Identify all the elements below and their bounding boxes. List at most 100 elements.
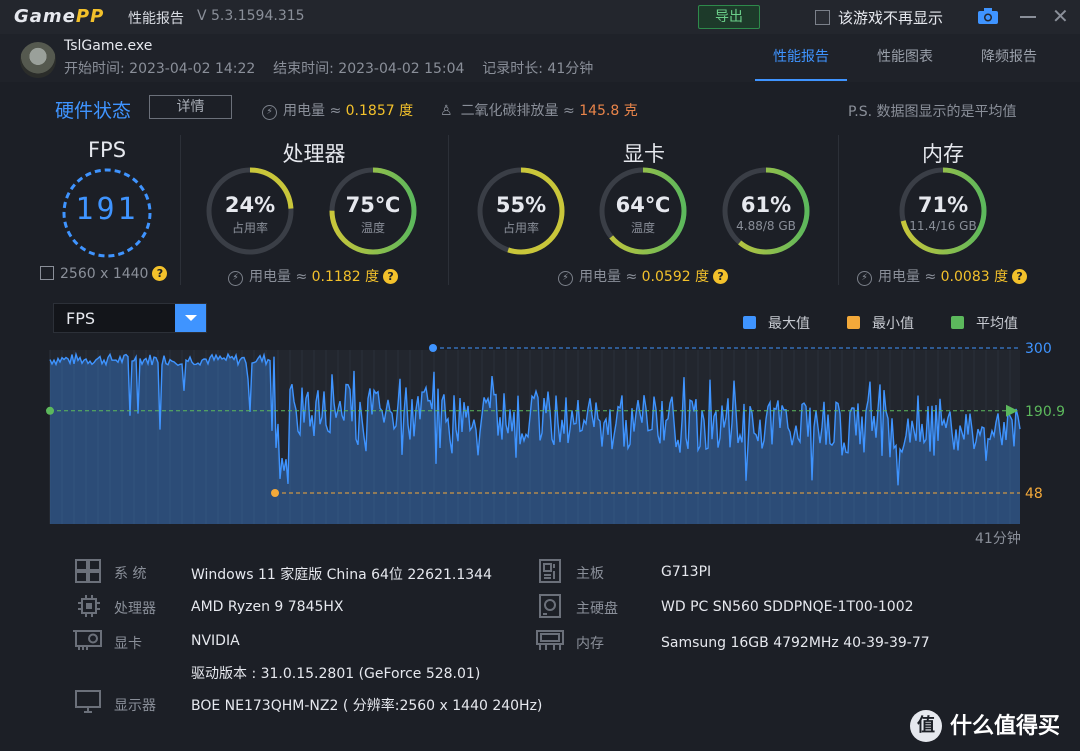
display-value: BOE NE173QHM-NZ2 ( 分辨率:2560 x 1440 240Hz… — [191, 698, 543, 714]
gpu-temp-value: 64℃ — [615, 193, 671, 217]
legend-min: 最小值 — [847, 313, 914, 333]
energy-icon: ⚡ — [262, 105, 277, 120]
gpu-title: 显卡 — [623, 142, 665, 166]
gpu-icon — [73, 630, 102, 650]
avg-value-label: 190.9 — [1025, 404, 1065, 420]
app-logo: GamePP — [14, 6, 105, 27]
max-value-label: 300 — [1025, 341, 1052, 357]
fps-chart: 300 190.9 48 — [46, 341, 1065, 524]
monitor-icon — [75, 690, 101, 713]
memory-usage-value: 71% — [917, 193, 969, 217]
disk-label: 主硬盘 — [576, 601, 618, 617]
chevron-down-icon[interactable] — [175, 304, 206, 332]
memory-usage-gauge: 71% 11.4/16 GB — [897, 165, 989, 257]
motherboard-icon — [539, 559, 561, 583]
help-icon[interactable]: ? — [383, 269, 399, 284]
close-icon[interactable]: ✕ — [1052, 6, 1072, 26]
gpu-vram-sub: 4.88/8 GB — [736, 219, 796, 233]
driver-version: 驱动版本 : 31.0.15.2801 (GeForce 528.01) — [191, 666, 481, 682]
divider — [180, 135, 181, 285]
watermark-logo: 值 — [910, 710, 942, 742]
cpu-power: ⚡ 用电量 ≈ 0.1182 度? — [228, 266, 399, 286]
cpu-icon — [78, 595, 100, 617]
help-icon[interactable]: ? — [1012, 269, 1028, 284]
min-marker — [271, 489, 279, 497]
windows-icon — [75, 559, 101, 583]
avg-marker — [46, 406, 54, 415]
watermark: 值什么值得买 — [910, 708, 1060, 742]
fps-resolution: 2560 x 1440? — [40, 266, 168, 282]
gpu-usage-value: 55% — [495, 193, 547, 217]
active-tab-indicator — [755, 79, 847, 81]
energy-icon: ⚡ — [857, 271, 872, 286]
checkbox-box[interactable] — [815, 10, 830, 25]
fps-value: 191 — [75, 192, 139, 227]
gpu-vram-gauge: 61% 4.88/8 GB — [720, 165, 812, 257]
memory-icon — [536, 630, 564, 650]
gpu-vram-value: 61% — [740, 193, 792, 217]
energy-icon: ⚡ — [558, 271, 573, 286]
cpu-title: 处理器 — [282, 142, 346, 166]
details-button[interactable]: 详情 — [149, 95, 232, 119]
cpu-value: AMD Ryzen 9 7845HX — [191, 599, 344, 615]
cpu-usage-value: 24% — [224, 193, 276, 217]
cpu-usage-label: 占用率 — [231, 221, 268, 235]
memory-title: 内存 — [922, 142, 964, 166]
gpu-value: NVIDIA — [191, 633, 240, 649]
display-label: 显示器 — [114, 698, 156, 714]
no-display-label: 该游戏不再显示 — [838, 9, 944, 27]
minimize-icon[interactable] — [1020, 16, 1036, 18]
export-button[interactable]: 导出 — [698, 5, 760, 29]
memory-value: Samsung 16GB 4792MHz 40-39-39-77 — [661, 635, 930, 651]
gpu-power: ⚡ 用电量 ≈ 0.0592 度? — [558, 266, 729, 286]
camera-icon[interactable] — [977, 7, 999, 25]
legend-avg: 平均值 — [951, 313, 1018, 333]
total-energy: ⚡ 用电量 ≈ 0.1857 度 — [262, 100, 413, 120]
memory-usage-sub: 11.4/16 GB — [909, 219, 977, 233]
session-times: 开始时间: 2023-04-02 14:22 结束时间: 2023-04-02 … — [64, 61, 594, 77]
app-title: 性能报告 — [128, 11, 184, 27]
legend-swatch-avg — [951, 316, 964, 329]
tab-throttle-report[interactable]: 降频报告 — [981, 46, 1037, 66]
chart-metric-select[interactable]: FPS — [53, 303, 207, 333]
chart-metric-value: FPS — [66, 309, 96, 328]
cpu-temp-gauge: 75℃ 温度 — [327, 165, 419, 257]
resolution-icon — [40, 266, 54, 280]
co2-emission: ♙ 二氧化碳排放量 ≈ 145.8 克 — [440, 103, 638, 119]
gpu-temp-gauge: 64℃ 温度 — [597, 165, 689, 257]
memory-power: ⚡ 用电量 ≈ 0.0083 度? — [857, 266, 1028, 286]
divider — [838, 135, 839, 285]
exe-name: TslGame.exe — [64, 38, 153, 54]
gpu-usage-label: 占用率 — [502, 221, 539, 235]
legend-swatch-max — [743, 316, 756, 329]
tab-performance-chart[interactable]: 性能图表 — [877, 46, 933, 66]
os-value: Windows 11 家庭版 China 64位 22621.1344 — [191, 567, 492, 583]
hardware-status-title: 硬件状态 — [55, 100, 132, 122]
gpu-temp-label: 温度 — [630, 221, 655, 235]
help-icon[interactable]: ? — [152, 266, 168, 281]
co2-icon: ♙ — [440, 103, 453, 119]
max-marker — [429, 344, 437, 352]
board-value: G713PI — [661, 564, 712, 580]
memory-label: 内存 — [576, 636, 604, 652]
gpu-usage-gauge: 55% 占用率 — [475, 165, 567, 257]
cpu-temp-label: 温度 — [360, 221, 385, 235]
cpu-usage-gauge: 24% 占用率 — [204, 165, 296, 257]
min-value-label: 48 — [1025, 486, 1043, 502]
help-icon[interactable]: ? — [713, 269, 729, 284]
cpu-temp-value: 75℃ — [345, 193, 401, 217]
legend-swatch-min — [847, 316, 860, 329]
game-avatar — [20, 42, 56, 78]
no-display-checkbox[interactable]: 该游戏不再显示 — [815, 7, 943, 28]
gpu-label: 显卡 — [114, 636, 142, 652]
app-version: V 5.3.1594.315 — [197, 8, 305, 24]
legend-max: 最大值 — [743, 313, 810, 333]
chart-duration-label: 41分钟 — [975, 531, 1021, 547]
cpu-label: 处理器 — [114, 601, 156, 617]
board-label: 主板 — [576, 566, 604, 582]
os-label: 系 统 — [114, 566, 147, 582]
fps-title: FPS — [87, 138, 127, 162]
divider — [448, 135, 449, 285]
disk-value: WD PC SN560 SDDPNQE-1T00-1002 — [661, 599, 914, 615]
tab-performance-report[interactable]: 性能报告 — [773, 46, 829, 66]
